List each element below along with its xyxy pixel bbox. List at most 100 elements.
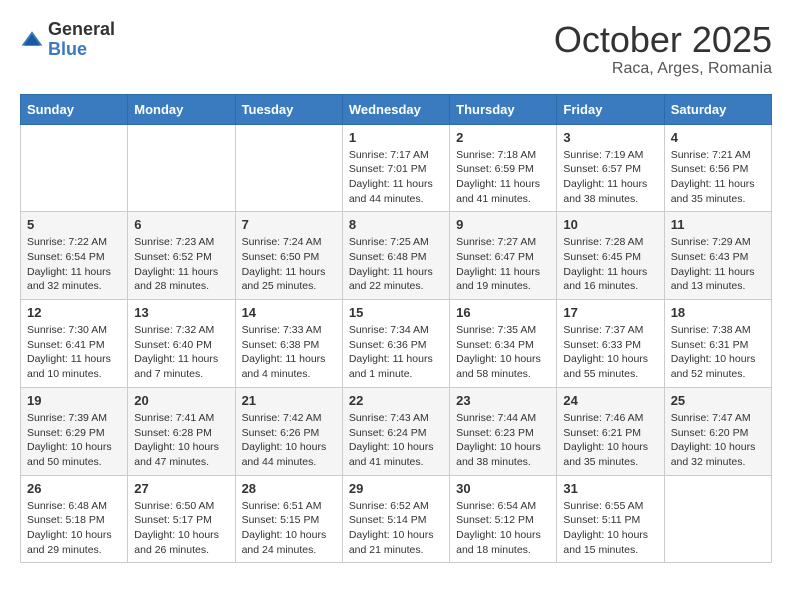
day-info: Sunrise: 6:48 AM Sunset: 5:18 PM Dayligh… <box>27 499 121 558</box>
calendar-cell: 14Sunrise: 7:33 AM Sunset: 6:38 PM Dayli… <box>235 300 342 388</box>
day-number: 18 <box>671 305 765 320</box>
day-info: Sunrise: 7:41 AM Sunset: 6:28 PM Dayligh… <box>134 411 228 470</box>
day-number: 10 <box>563 217 657 232</box>
calendar-cell <box>235 124 342 212</box>
calendar-cell: 25 Sunrise: 7:47 AM Sunset: 6:20 PM Dayli… <box>664 387 771 475</box>
day-number: 8 <box>349 217 443 232</box>
day-info: Sunrise: 7:47 AM Sunset: 6:20 PM Dayligh… <box>671 411 765 470</box>
day-info: Sunrise: 7:24 AM Sunset: 6:50 PM Dayligh… <box>242 235 336 294</box>
logo: General Blue <box>20 20 115 60</box>
day-number: 2 <box>456 130 550 145</box>
weekday-header: Wednesday <box>342 94 449 124</box>
weekday-header: Thursday <box>450 94 557 124</box>
calendar-cell: 22Sunrise: 7:43 AM Sunset: 6:24 PM Dayli… <box>342 387 449 475</box>
calendar-cell: 28 Sunrise: 6:51 AM Sunset: 5:15 PM Dayli… <box>235 475 342 563</box>
calendar-cell: 19 Sunrise: 7:39 AM Sunset: 6:29 PM Dayli… <box>21 387 128 475</box>
day-number: 24 <box>563 393 657 408</box>
calendar-cell: 4 Sunrise: 7:21 AM Sunset: 6:56 PM Daylig… <box>664 124 771 212</box>
day-info: Sunrise: 7:27 AM Sunset: 6:47 PM Dayligh… <box>456 235 550 294</box>
calendar-cell: 2 Sunrise: 7:18 AM Sunset: 6:59 PM Daylig… <box>450 124 557 212</box>
calendar-cell: 30 Sunrise: 6:54 AM Sunset: 5:12 PM Dayli… <box>450 475 557 563</box>
calendar-cell: 10 Sunrise: 7:28 AM Sunset: 6:45 PM Dayli… <box>557 212 664 300</box>
day-info: Sunrise: 7:39 AM Sunset: 6:29 PM Dayligh… <box>27 411 121 470</box>
weekday-header: Friday <box>557 94 664 124</box>
day-info: Sunrise: 7:22 AM Sunset: 6:54 PM Dayligh… <box>27 235 121 294</box>
weekday-header: Tuesday <box>235 94 342 124</box>
day-info: Sunrise: 7:38 AM Sunset: 6:31 PM Dayligh… <box>671 323 765 382</box>
calendar-cell: 23Sunrise: 7:44 AM Sunset: 6:23 PM Dayli… <box>450 387 557 475</box>
day-number: 11 <box>671 217 765 232</box>
day-number: 5 <box>27 217 121 232</box>
calendar-cell: 12 Sunrise: 7:30 AM Sunset: 6:41 PM Dayli… <box>21 300 128 388</box>
calendar-cell: 9 Sunrise: 7:27 AM Sunset: 6:47 PM Daylig… <box>450 212 557 300</box>
weekday-header: Saturday <box>664 94 771 124</box>
calendar-cell: 8 Sunrise: 7:25 AM Sunset: 6:48 PM Daylig… <box>342 212 449 300</box>
day-info: Sunrise: 7:30 AM Sunset: 6:41 PM Dayligh… <box>27 323 121 382</box>
day-info: Sunrise: 6:54 AM Sunset: 5:12 PM Dayligh… <box>456 499 550 558</box>
day-number: 9 <box>456 217 550 232</box>
day-info: Sunrise: 6:51 AM Sunset: 5:15 PM Dayligh… <box>242 499 336 558</box>
day-number: 19 <box>27 393 121 408</box>
day-number: 21 <box>242 393 336 408</box>
calendar-cell: 6Sunrise: 7:23 AM Sunset: 6:52 PM Daylig… <box>128 212 235 300</box>
calendar-table: SundayMondayTuesdayWednesdayThursdayFrid… <box>20 94 772 564</box>
day-info: Sunrise: 7:34 AM Sunset: 6:36 PM Dayligh… <box>349 323 443 382</box>
day-number: 29 <box>349 481 443 496</box>
calendar-cell <box>664 475 771 563</box>
calendar-week-row: 1 Sunrise: 7:17 AM Sunset: 7:01 PM Daylig… <box>21 124 772 212</box>
logo-blue: Blue <box>48 39 87 59</box>
day-number: 7 <box>242 217 336 232</box>
day-info: Sunrise: 7:17 AM Sunset: 7:01 PM Dayligh… <box>349 148 443 207</box>
logo-general: General <box>48 19 115 39</box>
calendar-cell: 1 Sunrise: 7:17 AM Sunset: 7:01 PM Daylig… <box>342 124 449 212</box>
day-info: Sunrise: 7:29 AM Sunset: 6:43 PM Dayligh… <box>671 235 765 294</box>
day-info: Sunrise: 7:28 AM Sunset: 6:45 PM Dayligh… <box>563 235 657 294</box>
day-info: Sunrise: 7:42 AM Sunset: 6:26 PM Dayligh… <box>242 411 336 470</box>
day-number: 17 <box>563 305 657 320</box>
day-number: 12 <box>27 305 121 320</box>
day-info: Sunrise: 7:43 AM Sunset: 6:24 PM Dayligh… <box>349 411 443 470</box>
calendar-cell: 18 Sunrise: 7:38 AM Sunset: 6:31 PM Dayli… <box>664 300 771 388</box>
calendar-cell: 26Sunrise: 6:48 AM Sunset: 5:18 PM Dayli… <box>21 475 128 563</box>
day-info: Sunrise: 6:55 AM Sunset: 5:11 PM Dayligh… <box>563 499 657 558</box>
calendar-cell: 29Sunrise: 6:52 AM Sunset: 5:14 PM Dayli… <box>342 475 449 563</box>
month-title: October 2025 <box>554 20 772 60</box>
day-number: 14 <box>242 305 336 320</box>
calendar-cell: 31 Sunrise: 6:55 AM Sunset: 5:11 PM Dayli… <box>557 475 664 563</box>
logo-icon <box>20 28 44 52</box>
day-number: 31 <box>563 481 657 496</box>
calendar-cell: 15 Sunrise: 7:34 AM Sunset: 6:36 PM Dayli… <box>342 300 449 388</box>
day-info: Sunrise: 7:46 AM Sunset: 6:21 PM Dayligh… <box>563 411 657 470</box>
day-info: Sunrise: 7:37 AM Sunset: 6:33 PM Dayligh… <box>563 323 657 382</box>
calendar-cell: 13 Sunrise: 7:32 AM Sunset: 6:40 PM Dayli… <box>128 300 235 388</box>
calendar-week-row: 5 Sunrise: 7:22 AM Sunset: 6:54 PM Daylig… <box>21 212 772 300</box>
day-number: 13 <box>134 305 228 320</box>
day-number: 20 <box>134 393 228 408</box>
calendar-cell: 20 Sunrise: 7:41 AM Sunset: 6:28 PM Dayli… <box>128 387 235 475</box>
day-info: Sunrise: 7:25 AM Sunset: 6:48 PM Dayligh… <box>349 235 443 294</box>
day-number: 23 <box>456 393 550 408</box>
day-number: 4 <box>671 130 765 145</box>
day-number: 15 <box>349 305 443 320</box>
calendar-cell: 21 Sunrise: 7:42 AM Sunset: 6:26 PM Dayli… <box>235 387 342 475</box>
calendar-cell: 7 Sunrise: 7:24 AM Sunset: 6:50 PM Daylig… <box>235 212 342 300</box>
day-info: Sunrise: 7:21 AM Sunset: 6:56 PM Dayligh… <box>671 148 765 207</box>
day-number: 3 <box>563 130 657 145</box>
page-header: General Blue October 2025 Raca, Arges, R… <box>20 20 772 78</box>
day-number: 6 <box>134 217 228 232</box>
day-number: 25 <box>671 393 765 408</box>
weekday-header: Sunday <box>21 94 128 124</box>
day-info: Sunrise: 7:18 AM Sunset: 6:59 PM Dayligh… <box>456 148 550 207</box>
calendar-week-row: 26Sunrise: 6:48 AM Sunset: 5:18 PM Dayli… <box>21 475 772 563</box>
day-number: 28 <box>242 481 336 496</box>
day-number: 1 <box>349 130 443 145</box>
weekday-header: Monday <box>128 94 235 124</box>
day-info: Sunrise: 7:32 AM Sunset: 6:40 PM Dayligh… <box>134 323 228 382</box>
day-number: 30 <box>456 481 550 496</box>
calendar-cell: 24 Sunrise: 7:46 AM Sunset: 6:21 PM Dayli… <box>557 387 664 475</box>
day-number: 27 <box>134 481 228 496</box>
calendar-week-row: 12 Sunrise: 7:30 AM Sunset: 6:41 PM Dayli… <box>21 300 772 388</box>
calendar-week-row: 19 Sunrise: 7:39 AM Sunset: 6:29 PM Dayli… <box>21 387 772 475</box>
calendar-cell: 5 Sunrise: 7:22 AM Sunset: 6:54 PM Daylig… <box>21 212 128 300</box>
calendar-cell <box>128 124 235 212</box>
